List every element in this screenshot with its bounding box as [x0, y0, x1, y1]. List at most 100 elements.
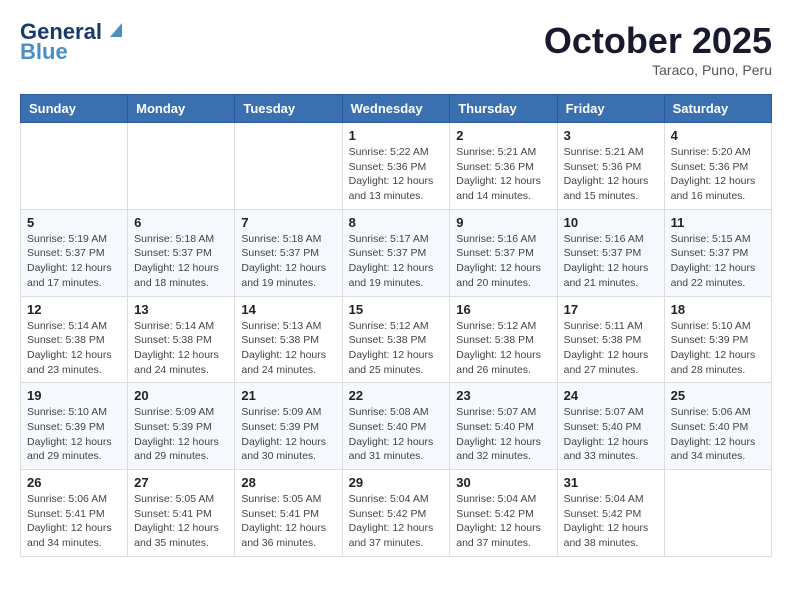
calendar-day-8: 8Sunrise: 5:17 AM Sunset: 5:37 PM Daylig…	[342, 209, 450, 296]
logo: General Blue	[20, 20, 126, 64]
day-info: Sunrise: 5:15 AM Sunset: 5:37 PM Dayligh…	[671, 232, 765, 291]
day-number: 15	[349, 302, 444, 317]
calendar-day-10: 10 Sunrise: 5:16 AM Sunset: 5:37 PM Dayli…	[557, 209, 664, 296]
calendar-day-29: 29Sunrise: 5:04 AM Sunset: 5:42 PM Dayli…	[342, 470, 450, 557]
day-number: 6	[134, 215, 228, 230]
day-number: 24	[564, 388, 658, 403]
day-number: 10	[564, 215, 658, 230]
day-info: Sunrise: 5:09 AM Sunset: 5:39 PM Dayligh…	[241, 405, 335, 464]
day-info: Sunrise: 5:04 AM Sunset: 5:42 PM Dayligh…	[564, 492, 658, 551]
calendar-empty-cell	[21, 123, 128, 210]
day-info: Sunrise: 5:13 AM Sunset: 5:38 PM Dayligh…	[241, 319, 335, 378]
calendar-day-21: 21 Sunrise: 5:09 AM Sunset: 5:39 PM Dayli…	[235, 383, 342, 470]
calendar-day-23: 23 Sunrise: 5:07 AM Sunset: 5:40 PM Dayli…	[450, 383, 557, 470]
day-number: 4	[671, 128, 765, 143]
day-info: Sunrise: 5:21 AM Sunset: 5:36 PM Dayligh…	[564, 145, 658, 204]
calendar-day-17: 17 Sunrise: 5:11 AM Sunset: 5:38 PM Dayli…	[557, 296, 664, 383]
day-info: Sunrise: 5:14 AM Sunset: 5:38 PM Dayligh…	[134, 319, 228, 378]
day-number: 13	[134, 302, 228, 317]
day-number: 26	[27, 475, 121, 490]
day-info: Sunrise: 5:21 AM Sunset: 5:36 PM Dayligh…	[456, 145, 550, 204]
day-number: 22	[349, 388, 444, 403]
title-section: October 2025 Taraco, Puno, Peru	[544, 20, 772, 78]
day-number: 25	[671, 388, 765, 403]
day-info: Sunrise: 5:12 AM Sunset: 5:38 PM Dayligh…	[456, 319, 550, 378]
calendar-day-30: 30 Sunrise: 5:04 AM Sunset: 5:42 PM Dayli…	[450, 470, 557, 557]
calendar-day-24: 24 Sunrise: 5:07 AM Sunset: 5:40 PM Dayli…	[557, 383, 664, 470]
day-number: 8	[349, 215, 444, 230]
calendar-day-5: 5 Sunrise: 5:19 AM Sunset: 5:37 PM Daylig…	[21, 209, 128, 296]
calendar-day-4: 4 Sunrise: 5:20 AM Sunset: 5:36 PM Daylig…	[664, 123, 771, 210]
day-number: 27	[134, 475, 228, 490]
weekday-header-wednesday: Wednesday	[342, 95, 450, 123]
day-info: Sunrise: 5:20 AM Sunset: 5:36 PM Dayligh…	[671, 145, 765, 204]
day-number: 29	[349, 475, 444, 490]
day-info: Sunrise: 5:10 AM Sunset: 5:39 PM Dayligh…	[671, 319, 765, 378]
calendar-day-6: 6 Sunrise: 5:18 AM Sunset: 5:37 PM Daylig…	[128, 209, 235, 296]
calendar-day-22: 22 Sunrise: 5:08 AM Sunset: 5:40 PM Dayli…	[342, 383, 450, 470]
day-number: 30	[456, 475, 550, 490]
day-number: 28	[241, 475, 335, 490]
day-number: 21	[241, 388, 335, 403]
day-number: 1	[349, 128, 444, 143]
day-number: 5	[27, 215, 121, 230]
calendar-week-row: 5 Sunrise: 5:19 AM Sunset: 5:37 PM Daylig…	[21, 209, 772, 296]
weekday-header-friday: Friday	[557, 95, 664, 123]
calendar-day-13: 13 Sunrise: 5:14 AM Sunset: 5:38 PM Dayli…	[128, 296, 235, 383]
calendar-day-1: 1 Sunrise: 5:22 AM Sunset: 5:36 PM Daylig…	[342, 123, 450, 210]
logo-icon	[104, 19, 126, 41]
calendar-day-19: 19Sunrise: 5:10 AM Sunset: 5:39 PM Dayli…	[21, 383, 128, 470]
day-info: Sunrise: 5:11 AM Sunset: 5:38 PM Dayligh…	[564, 319, 658, 378]
day-number: 12	[27, 302, 121, 317]
calendar-day-20: 20Sunrise: 5:09 AM Sunset: 5:39 PM Dayli…	[128, 383, 235, 470]
calendar-day-31: 31Sunrise: 5:04 AM Sunset: 5:42 PM Dayli…	[557, 470, 664, 557]
day-info: Sunrise: 5:16 AM Sunset: 5:37 PM Dayligh…	[564, 232, 658, 291]
day-number: 11	[671, 215, 765, 230]
day-number: 2	[456, 128, 550, 143]
weekday-header-monday: Monday	[128, 95, 235, 123]
page-header: General Blue October 2025 Taraco, Puno, …	[20, 20, 772, 78]
day-info: Sunrise: 5:16 AM Sunset: 5:37 PM Dayligh…	[456, 232, 550, 291]
weekday-header-row: SundayMondayTuesdayWednesdayThursdayFrid…	[21, 95, 772, 123]
month-title: October 2025	[544, 20, 772, 62]
day-info: Sunrise: 5:05 AM Sunset: 5:41 PM Dayligh…	[134, 492, 228, 551]
calendar-day-3: 3Sunrise: 5:21 AM Sunset: 5:36 PM Daylig…	[557, 123, 664, 210]
weekday-header-tuesday: Tuesday	[235, 95, 342, 123]
day-number: 18	[671, 302, 765, 317]
calendar-empty-cell	[664, 470, 771, 557]
calendar-day-16: 16Sunrise: 5:12 AM Sunset: 5:38 PM Dayli…	[450, 296, 557, 383]
calendar-day-14: 14 Sunrise: 5:13 AM Sunset: 5:38 PM Dayli…	[235, 296, 342, 383]
day-info: Sunrise: 5:07 AM Sunset: 5:40 PM Dayligh…	[456, 405, 550, 464]
day-number: 14	[241, 302, 335, 317]
day-info: Sunrise: 5:18 AM Sunset: 5:37 PM Dayligh…	[134, 232, 228, 291]
day-info: Sunrise: 5:04 AM Sunset: 5:42 PM Dayligh…	[456, 492, 550, 551]
calendar-day-27: 27 Sunrise: 5:05 AM Sunset: 5:41 PM Dayli…	[128, 470, 235, 557]
calendar-empty-cell	[235, 123, 342, 210]
calendar-week-row: 26Sunrise: 5:06 AM Sunset: 5:41 PM Dayli…	[21, 470, 772, 557]
logo-blue-text: Blue	[20, 40, 68, 64]
calendar-day-26: 26Sunrise: 5:06 AM Sunset: 5:41 PM Dayli…	[21, 470, 128, 557]
day-info: Sunrise: 5:08 AM Sunset: 5:40 PM Dayligh…	[349, 405, 444, 464]
calendar-day-11: 11 Sunrise: 5:15 AM Sunset: 5:37 PM Dayli…	[664, 209, 771, 296]
day-number: 17	[564, 302, 658, 317]
calendar-week-row: 19Sunrise: 5:10 AM Sunset: 5:39 PM Dayli…	[21, 383, 772, 470]
day-info: Sunrise: 5:14 AM Sunset: 5:38 PM Dayligh…	[27, 319, 121, 378]
calendar-day-15: 15Sunrise: 5:12 AM Sunset: 5:38 PM Dayli…	[342, 296, 450, 383]
calendar-empty-cell	[128, 123, 235, 210]
calendar-day-2: 2 Sunrise: 5:21 AM Sunset: 5:36 PM Daylig…	[450, 123, 557, 210]
location-subtitle: Taraco, Puno, Peru	[544, 62, 772, 78]
day-info: Sunrise: 5:05 AM Sunset: 5:41 PM Dayligh…	[241, 492, 335, 551]
day-info: Sunrise: 5:18 AM Sunset: 5:37 PM Dayligh…	[241, 232, 335, 291]
day-info: Sunrise: 5:22 AM Sunset: 5:36 PM Dayligh…	[349, 145, 444, 204]
calendar-week-row: 12 Sunrise: 5:14 AM Sunset: 5:38 PM Dayli…	[21, 296, 772, 383]
weekday-header-sunday: Sunday	[21, 95, 128, 123]
day-number: 23	[456, 388, 550, 403]
day-info: Sunrise: 5:07 AM Sunset: 5:40 PM Dayligh…	[564, 405, 658, 464]
calendar-day-25: 25 Sunrise: 5:06 AM Sunset: 5:40 PM Dayli…	[664, 383, 771, 470]
day-info: Sunrise: 5:09 AM Sunset: 5:39 PM Dayligh…	[134, 405, 228, 464]
calendar-day-28: 28 Sunrise: 5:05 AM Sunset: 5:41 PM Dayli…	[235, 470, 342, 557]
day-info: Sunrise: 5:06 AM Sunset: 5:40 PM Dayligh…	[671, 405, 765, 464]
day-info: Sunrise: 5:19 AM Sunset: 5:37 PM Dayligh…	[27, 232, 121, 291]
calendar-day-7: 7Sunrise: 5:18 AM Sunset: 5:37 PM Daylig…	[235, 209, 342, 296]
calendar-week-row: 1 Sunrise: 5:22 AM Sunset: 5:36 PM Daylig…	[21, 123, 772, 210]
